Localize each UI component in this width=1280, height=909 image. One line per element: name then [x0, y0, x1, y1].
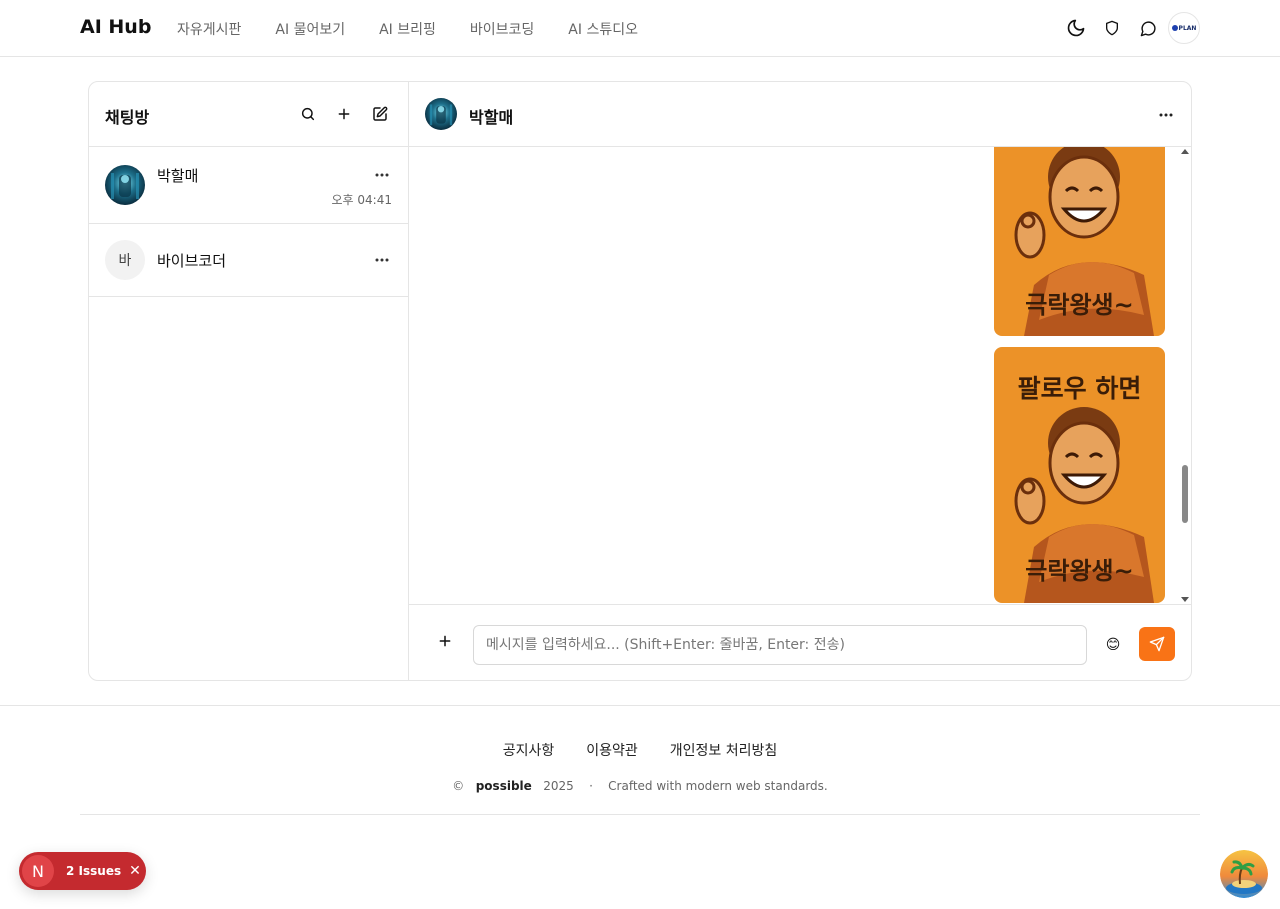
more-horizontal-icon: [375, 258, 389, 262]
close-icon[interactable]: ✕: [129, 863, 141, 879]
nav-ai-ask[interactable]: AI 물어보기: [275, 19, 345, 39]
more-horizontal-icon: [1159, 113, 1173, 117]
ai-avatar-image: [105, 165, 145, 205]
message-scrollbar[interactable]: [1179, 147, 1191, 604]
copyright-brand: possible: [475, 779, 532, 793]
nav-ai-studio[interactable]: AI 스튜디오: [568, 19, 638, 39]
nav-free-board[interactable]: 자유게시판: [177, 19, 241, 39]
room-item[interactable]: 바 바이브코더: [89, 224, 408, 297]
more-horizontal-icon: [375, 173, 389, 177]
issues-logo: N: [22, 855, 54, 887]
new-chat-button[interactable]: [366, 100, 394, 128]
room-avatar: [105, 165, 145, 205]
scroll-down-arrow[interactable]: [1181, 597, 1189, 602]
room-avatar-initial: 바: [105, 240, 145, 280]
chat-header: 박할매: [409, 82, 1191, 147]
sticker-message[interactable]: 팔로우 하면 극락왕생~: [994, 347, 1165, 603]
chat-main-pane: 박할매 극락왕생~ 팔로우 하면 극락왕생~ 메시지를 입력하세요... (Sh…: [409, 82, 1191, 680]
footer-notice-link[interactable]: 공지사항: [503, 740, 555, 760]
chat-bubble-icon: [1140, 20, 1156, 36]
send-button[interactable]: [1139, 627, 1175, 661]
copyright-tagline: Crafted with modern web standards.: [608, 779, 828, 793]
moon-icon: [1067, 19, 1085, 37]
scroll-thumb[interactable]: [1182, 465, 1188, 523]
room-more-button[interactable]: [372, 165, 392, 185]
attach-button[interactable]: [433, 629, 457, 653]
profile-avatar[interactable]: PLAN: [1168, 12, 1200, 44]
copyright-year: 2025: [543, 779, 574, 793]
add-room-button[interactable]: [330, 100, 358, 128]
main-nav: 자유게시판 AI 물어보기 AI 브리핑 바이브코딩 AI 스튜디오: [177, 19, 638, 39]
search-icon: [301, 107, 315, 121]
copyright-symbol: ©: [452, 779, 465, 793]
issues-badge[interactable]: N 2 Issues ✕: [19, 852, 146, 890]
room-last-time: 오후 04:41: [331, 193, 392, 207]
room-name: 박할매: [157, 167, 199, 185]
room-more-button[interactable]: [372, 250, 392, 270]
header-actions: PLAN: [1060, 12, 1200, 44]
copyright: © possible 2025 · Crafted with modern we…: [0, 779, 1280, 793]
room-item[interactable]: 박할매 오후 04:41: [89, 147, 408, 224]
messages-button[interactable]: [1132, 12, 1164, 44]
partner-avatar: [425, 98, 457, 130]
emoji-button[interactable]: 😊: [1101, 633, 1125, 657]
nav-ai-briefing[interactable]: AI 브리핑: [379, 19, 436, 39]
theme-toggle-button[interactable]: [1060, 12, 1092, 44]
scroll-up-arrow[interactable]: [1181, 149, 1189, 154]
search-button[interactable]: [294, 100, 322, 128]
chat-room-sidebar: 채팅방 박할매 오후 04:41 바 바이브코더: [89, 82, 409, 680]
shield-button[interactable]: [1096, 12, 1128, 44]
floating-island-button[interactable]: [1220, 850, 1268, 898]
room-name: 바이브코더: [157, 252, 227, 270]
sidebar-actions: [294, 100, 394, 128]
sidebar-header: 채팅방: [89, 82, 408, 147]
sticker-message[interactable]: 극락왕생~: [994, 147, 1165, 336]
footer-links: 공지사항 이용약관 개인정보 처리방침: [0, 740, 1280, 760]
message-list[interactable]: 극락왕생~ 팔로우 하면 극락왕생~: [409, 147, 1191, 604]
sticker-top-text: 팔로우 하면: [1017, 374, 1142, 403]
issues-label: 2 Issues: [66, 864, 122, 878]
ai-avatar-image: [425, 98, 457, 130]
nav-vibe-coding[interactable]: 바이브코딩: [470, 19, 534, 39]
footer-divider: [80, 814, 1200, 815]
top-header: AI Hub 자유게시판 AI 물어보기 AI 브리핑 바이브코딩 AI 스튜디…: [0, 0, 1280, 57]
footer-privacy-link[interactable]: 개인정보 처리방침: [670, 740, 778, 760]
sticker-bottom-text: 극락왕생~: [1025, 557, 1134, 585]
logo[interactable]: AI Hub: [80, 16, 151, 38]
island-icon: [1220, 850, 1268, 898]
chat-container: 채팅방 박할매 오후 04:41 바 바이브코더 박할매 극락왕생~ 팔로우 하…: [88, 81, 1192, 681]
send-icon: [1149, 636, 1165, 652]
plus-icon: [439, 635, 451, 647]
edit-icon: [373, 106, 388, 121]
sticker-bottom-text: 극락왕생~: [1025, 291, 1134, 319]
sidebar-title: 채팅방: [105, 108, 150, 127]
profile-logo-dot: [1171, 25, 1178, 31]
copyright-separator: ·: [589, 779, 593, 793]
message-input[interactable]: [473, 625, 1087, 665]
smile-icon: 😊: [1105, 637, 1121, 653]
footer-terms-link[interactable]: 이용약관: [586, 740, 638, 760]
message-composer: 😊: [409, 604, 1191, 680]
plus-icon: [338, 108, 350, 120]
partner-name: 박할매: [469, 108, 514, 127]
profile-avatar-text: PLAN: [1178, 24, 1197, 32]
site-footer: 공지사항 이용약관 개인정보 처리방침 © possible 2025 · Cr…: [0, 705, 1280, 815]
chat-more-button[interactable]: [1155, 104, 1177, 126]
shield-icon: [1106, 20, 1118, 36]
